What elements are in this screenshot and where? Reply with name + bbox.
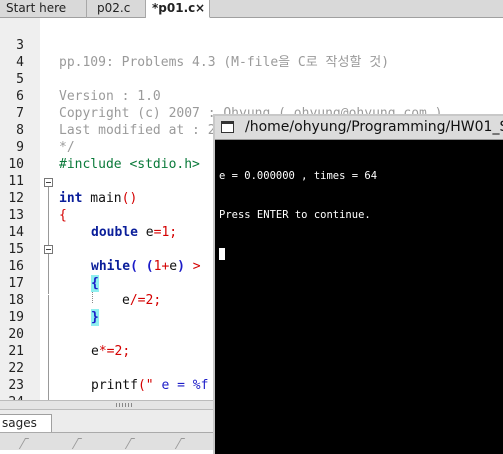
tab-p01-c[interactable]: *p01.c ×: [146, 0, 210, 18]
code-line: 7 Last modified at : 2007.09.07: [0, 88, 503, 138]
code-line: 6 Copyright (c) 2007 : Ohyung ( ohyung@o…: [0, 71, 503, 121]
terminal-cursor: [219, 248, 377, 261]
panel-tab-strip: [0, 432, 215, 450]
panel-tab[interactable]: [18, 438, 30, 449]
tab-messages[interactable]: sages: [0, 414, 52, 432]
close-tab-icon[interactable]: ×: [195, 0, 205, 17]
window-menu-icon[interactable]: [221, 121, 234, 133]
tab-label: Start here: [6, 1, 67, 15]
terminal-line: e = 0.000000 , times = 64: [219, 170, 378, 182]
terminal-line: Press ENTER to continue.: [219, 209, 371, 221]
tab-label: p02.c: [97, 1, 131, 15]
tab-start-here[interactable]: Start here: [0, 0, 87, 18]
editor-tab-bar: Start here p02.c *p01.c ×: [0, 0, 503, 18]
terminal-output[interactable]: e = 0.000000 , times = 64 Press ENTER to…: [219, 144, 377, 287]
panel-tab[interactable]: [71, 438, 83, 449]
code-line: 4: [0, 37, 503, 70]
code-line: 5 Version : 1.0: [0, 54, 503, 104]
tab-p02-c[interactable]: p02.c: [87, 0, 146, 18]
terminal-titlebar[interactable]: /home/ohyung/Programming/HW01_SN2: [215, 116, 503, 140]
tab-label: sages: [2, 416, 37, 430]
code-line: 3 pp.109: Problems 4.3 (M-file을 C로 작성할 것…: [0, 20, 503, 70]
splitter-grip-icon[interactable]: [116, 403, 134, 407]
tab-label: *p01.c: [152, 1, 196, 15]
panel-tab[interactable]: [174, 438, 186, 449]
terminal-window[interactable]: /home/ohyung/Programming/HW01_SN2 e = 0.…: [213, 114, 503, 454]
panel-tab[interactable]: [124, 438, 136, 449]
terminal-title: /home/ohyung/Programming/HW01_SN2: [245, 119, 503, 135]
